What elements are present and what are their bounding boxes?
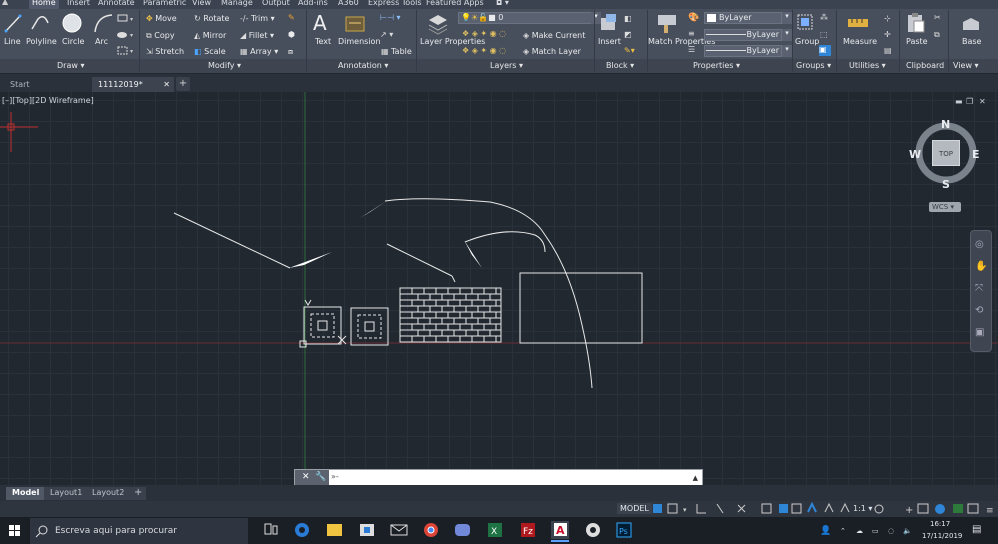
task-view-icon [264, 523, 278, 535]
volume-icon[interactable]: 🔈 [903, 527, 912, 535]
show-hidden-icons[interactable]: ⌃ [840, 527, 846, 535]
clock-date[interactable]: 17/11/2019 [922, 532, 962, 540]
store-icon [360, 524, 374, 536]
mail-icon [390, 524, 408, 536]
taskbar-apps[interactable]: X Fz A Ps [0, 0, 998, 544]
cloud-icon[interactable]: ☁ [856, 527, 863, 535]
people-icon[interactable]: 👤 [820, 526, 831, 536]
excel-icon: X [488, 523, 502, 537]
battery-icon[interactable]: ▭ [872, 527, 879, 535]
svg-text:X: X [491, 527, 497, 537]
autocad-icon: A [551, 521, 569, 539]
svg-text:Fz: Fz [523, 527, 533, 537]
notifications-icon[interactable]: ▤ [972, 524, 981, 535]
photoshop-icon: Ps [616, 522, 632, 538]
svg-text:Ps: Ps [619, 527, 628, 536]
filezilla-icon: Fz [521, 523, 535, 537]
svg-text:A: A [556, 524, 565, 537]
edge-icon [295, 523, 309, 537]
discord-icon [455, 524, 470, 536]
network-icon[interactable]: ◌ [888, 527, 894, 535]
chrome-icon [424, 523, 438, 537]
clock-time[interactable]: 16:17 [930, 520, 950, 528]
file-explorer-icon [327, 524, 342, 536]
sketchup-icon [586, 523, 600, 537]
